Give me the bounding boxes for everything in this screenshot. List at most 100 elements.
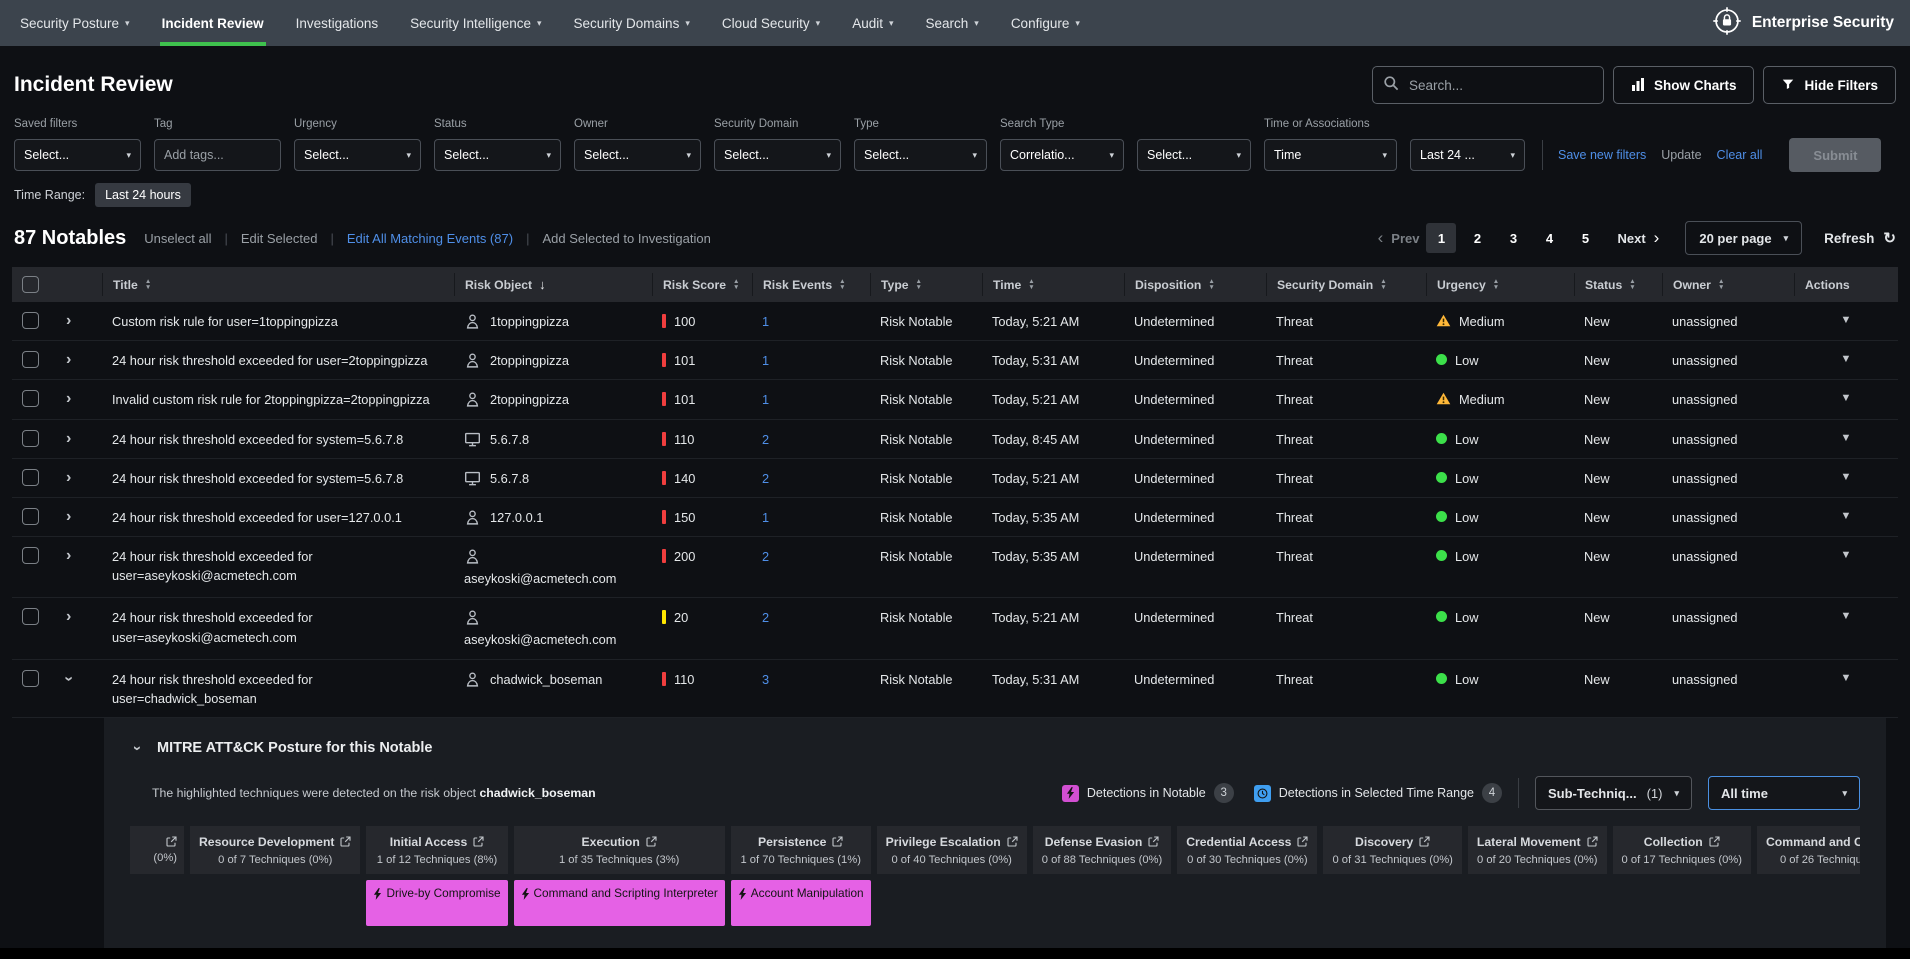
row-actions-dropdown[interactable]: ▼ — [1841, 547, 1852, 564]
chevron-right-icon[interactable]: › — [66, 390, 71, 408]
notables-action-edit-selected[interactable]: Edit Selected — [241, 231, 318, 246]
row-checkbox[interactable] — [22, 430, 39, 447]
notables-action-unselect-all[interactable]: Unselect all — [144, 231, 211, 246]
sub-techniques-dropdown[interactable]: Sub-Techniq... (1) ▾ — [1535, 776, 1692, 810]
time-range-dropdown[interactable]: All time ▾ — [1708, 776, 1860, 810]
row-checkbox[interactable] — [22, 608, 39, 625]
tag-input[interactable] — [154, 139, 281, 171]
chevron-right-icon[interactable]: › — [66, 430, 71, 448]
filter-select-urgency[interactable]: Select...▾ — [294, 139, 421, 171]
page-button-1[interactable]: 1 — [1426, 223, 1456, 253]
nav-item-audit[interactable]: Audit▾ — [836, 0, 909, 46]
filter-select-extra-8[interactable]: Select...▾ — [1137, 139, 1251, 171]
notables-action-edit-all-matching-events-87[interactable]: Edit All Matching Events (87) — [347, 231, 513, 246]
risk-events-link[interactable]: 1 — [762, 351, 769, 370]
row-checkbox[interactable] — [22, 469, 39, 486]
row-checkbox[interactable] — [22, 508, 39, 525]
page-button-5[interactable]: 5 — [1570, 223, 1600, 253]
mitre-tactic-header[interactable]: Discovery0 of 31 Techniques (0%) — [1323, 826, 1461, 874]
row-checkbox[interactable] — [22, 670, 39, 687]
per-page-dropdown[interactable]: 20 per page ▾ — [1685, 221, 1802, 255]
chevron-down-icon[interactable]: › — [128, 746, 145, 751]
technique-chip-command-and-scripting-interpreter[interactable]: Command and Scripting Interpreter — [514, 880, 725, 926]
row-checkbox[interactable] — [22, 547, 39, 564]
column-header-owner[interactable]: Owner▲▼ — [1662, 273, 1794, 296]
nav-item-security-intelligence[interactable]: Security Intelligence▾ — [394, 0, 557, 46]
risk-events-link[interactable]: 2 — [762, 608, 769, 627]
risk-events-link[interactable]: 1 — [762, 508, 769, 527]
row-actions-dropdown[interactable]: ▼ — [1841, 608, 1852, 625]
select-all-checkbox[interactable] — [22, 276, 39, 293]
search-input[interactable] — [1407, 77, 1593, 94]
chevron-right-icon[interactable]: › — [66, 608, 71, 626]
risk-events-link[interactable]: 1 — [762, 312, 769, 331]
filter-select-status[interactable]: Select...▾ — [434, 139, 561, 171]
prev-arrow-icon[interactable]: ‹ — [1374, 228, 1388, 248]
row-checkbox[interactable] — [22, 351, 39, 368]
mitre-tactic-header[interactable]: Resource Development0 of 7 Techniques (0… — [190, 826, 360, 874]
nav-item-security-domains[interactable]: Security Domains▾ — [558, 0, 706, 46]
risk-events-link[interactable]: 3 — [762, 670, 769, 689]
refresh-button[interactable]: Refresh ↻ — [1824, 229, 1896, 247]
column-header-risk-events[interactable]: Risk Events▲▼ — [752, 273, 870, 296]
column-header-status[interactable]: Status▲▼ — [1574, 273, 1662, 296]
filter-select-type[interactable]: Select...▾ — [854, 139, 987, 171]
mitre-tactic-header[interactable]: Privilege Escalation0 of 40 Techniques (… — [877, 826, 1027, 874]
row-actions-dropdown[interactable]: ▼ — [1841, 430, 1852, 447]
row-checkbox[interactable] — [22, 312, 39, 329]
chevron-right-icon[interactable]: › — [66, 312, 71, 330]
time-range-tag[interactable]: Last 24 hours — [95, 183, 191, 207]
column-header-risk-score[interactable]: Risk Score▲▼ — [652, 273, 752, 296]
next-button[interactable]: Next — [1617, 231, 1645, 246]
column-header-security-domain[interactable]: Security Domain▲▼ — [1266, 273, 1426, 296]
next-arrow-icon[interactable]: › — [1650, 228, 1664, 248]
filter-select-saved-filters[interactable]: Select...▾ — [14, 139, 141, 171]
update-link[interactable]: Update — [1661, 148, 1701, 162]
chevron-down-icon[interactable]: › — [60, 676, 78, 681]
filter-select-security-domain[interactable]: Select...▾ — [714, 139, 841, 171]
brand[interactable]: Enterprise Security — [1712, 0, 1894, 46]
mitre-tactic-header[interactable]: Credential Access0 of 30 Techniques (0%) — [1177, 826, 1317, 874]
nav-item-incident-review[interactable]: Incident Review — [146, 0, 280, 46]
technique-chip-drive-by-compromise[interactable]: Drive-by Compromise — [366, 880, 507, 926]
page-button-2[interactable]: 2 — [1462, 223, 1492, 253]
risk-events-link[interactable]: 1 — [762, 390, 769, 409]
column-header-title[interactable]: Title▲▼ — [102, 273, 454, 296]
filter-select-owner[interactable]: Select...▾ — [574, 139, 701, 171]
nav-item-investigations[interactable]: Investigations — [280, 0, 395, 46]
prev-button[interactable]: Prev — [1391, 231, 1419, 246]
filter-select-search-type[interactable]: Correlatio...▾ — [1000, 139, 1124, 171]
hide-filters-button[interactable]: Hide Filters — [1763, 66, 1896, 104]
save-new-filters-link[interactable]: Save new filters — [1558, 148, 1646, 162]
technique-chip-account-manipulation[interactable]: Account Manipulation — [731, 880, 871, 926]
show-charts-button[interactable]: Show Charts — [1613, 66, 1755, 104]
page-button-4[interactable]: 4 — [1534, 223, 1564, 253]
nav-item-cloud-security[interactable]: Cloud Security▾ — [706, 0, 836, 46]
nav-item-search[interactable]: Search▾ — [910, 0, 995, 46]
row-actions-dropdown[interactable]: ▼ — [1841, 508, 1852, 525]
mitre-tactic-header[interactable]: Execution1 of 35 Techniques (3%) — [514, 826, 725, 874]
nav-item-security-posture[interactable]: Security Posture▾ — [4, 0, 146, 46]
column-header-disposition[interactable]: Disposition▲▼ — [1124, 273, 1266, 296]
notables-action-add-selected-to-investigation[interactable]: Add Selected to Investigation — [542, 231, 710, 246]
clear-all-link[interactable]: Clear all — [1717, 148, 1763, 162]
filter-select-extra-10[interactable]: Last 24 ...▾ — [1410, 139, 1525, 171]
chevron-right-icon[interactable]: › — [66, 469, 71, 487]
mitre-tactic-header[interactable]: Command and Control0 of 26 Techniques (0… — [1757, 826, 1860, 874]
row-actions-dropdown[interactable]: ▼ — [1841, 469, 1852, 486]
risk-events-link[interactable]: 2 — [762, 469, 769, 488]
mitre-tactic-header[interactable]: Persistence1 of 70 Techniques (1%) — [731, 826, 871, 874]
row-actions-dropdown[interactable]: ▼ — [1841, 390, 1852, 407]
column-header-urgency[interactable]: Urgency▲▼ — [1426, 273, 1574, 296]
column-header-risk-object[interactable]: Risk Object↓ — [454, 273, 652, 296]
page-button-3[interactable]: 3 — [1498, 223, 1528, 253]
chevron-right-icon[interactable]: › — [66, 508, 71, 526]
nav-item-configure[interactable]: Configure▾ — [995, 0, 1096, 46]
row-actions-dropdown[interactable]: ▼ — [1841, 312, 1852, 329]
row-actions-dropdown[interactable]: ▼ — [1841, 670, 1852, 687]
mitre-tactic-header[interactable]: Collection0 of 17 Techniques (0%) — [1613, 826, 1751, 874]
mitre-tactic-header[interactable]: Lateral Movement0 of 20 Techniques (0%) — [1468, 826, 1607, 874]
row-actions-dropdown[interactable]: ▼ — [1841, 351, 1852, 368]
mitre-tactic-header[interactable]: Defense Evasion0 of 88 Techniques (0%) — [1033, 826, 1171, 874]
risk-events-link[interactable]: 2 — [762, 547, 769, 566]
